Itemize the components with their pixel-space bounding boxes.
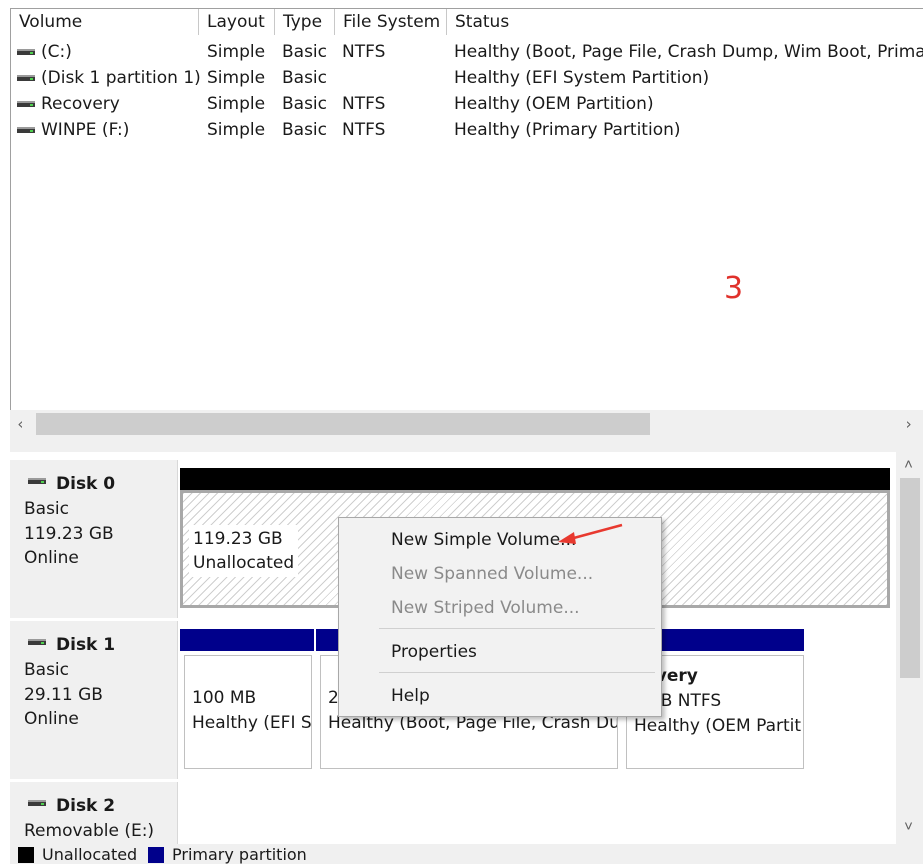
scroll-up-arrow[interactable]: ˄: [904, 455, 913, 474]
disk-icon: [28, 478, 46, 484]
volume-status: Healthy (Boot, Page File, Crash Dump, Wi…: [454, 42, 923, 62]
primary-partition-swatch: [148, 847, 164, 863]
partition-size: 119.23 GB: [193, 529, 283, 549]
table-row[interactable]: WINPE (F:) Simple Basic NTFS Healthy (Pr…: [11, 117, 923, 143]
menu-separator: [379, 628, 655, 629]
disk-name: Disk 1: [56, 635, 116, 655]
menu-separator: [379, 672, 655, 673]
legend-primary-partition: Primary partition: [172, 845, 307, 864]
disk-status: Online: [24, 548, 79, 568]
disk-0-label[interactable]: Disk 0 Basic 119.23 GB Online: [10, 460, 178, 618]
column-header-layout[interactable]: Layout: [199, 9, 275, 35]
unallocated-bar: [180, 468, 890, 490]
partition-status: Healthy (OEM Partit: [634, 716, 802, 736]
disk-name: Disk 2: [56, 796, 116, 816]
volume-fs: NTFS: [342, 42, 386, 62]
disk-2-label[interactable]: Disk 2 Removable (E:): [10, 782, 178, 844]
horizontal-scrollbar-thumb[interactable]: [36, 413, 650, 435]
volume-type: Basic: [282, 68, 328, 88]
menu-item-new-striped-volume: New Striped Volume...: [391, 598, 580, 618]
partition-status: Healthy (EFI S: [192, 713, 312, 733]
legend: Unallocated Primary partition: [10, 844, 923, 864]
menu-item-properties[interactable]: Properties: [391, 642, 477, 662]
volume-fs: NTFS: [342, 120, 386, 140]
drive-icon: [17, 75, 35, 81]
column-header-status[interactable]: Status: [447, 9, 923, 35]
partition-status: Unallocated: [193, 553, 295, 573]
table-row[interactable]: (C:) Simple Basic NTFS Healthy (Boot, Pa…: [11, 39, 923, 65]
disk-1-label[interactable]: Disk 1 Basic 29.11 GB Online: [10, 621, 178, 779]
vertical-scrollbar-thumb[interactable]: [900, 478, 920, 678]
volume-layout: Simple: [207, 120, 266, 140]
volume-type: Basic: [282, 94, 328, 114]
efi-partition[interactable]: 100 MB Healthy (EFI S: [184, 655, 312, 769]
primary-partition-bar: [180, 629, 314, 651]
table-row[interactable]: Recovery Simple Basic NTFS Healthy (OEM …: [11, 91, 923, 117]
volume-type: Basic: [282, 42, 328, 62]
drive-icon: [17, 127, 35, 133]
volume-layout: Simple: [207, 94, 266, 114]
scroll-left-arrow[interactable]: ‹: [16, 415, 25, 433]
disk-size: 119.23 GB: [24, 524, 114, 544]
partition-size: 100 MB: [192, 688, 257, 708]
menu-item-help[interactable]: Help: [391, 686, 430, 706]
volume-name: WINPE (F:): [41, 120, 130, 140]
table-row[interactable]: (Disk 1 partition 1) Simple Basic Health…: [11, 65, 923, 91]
pointer-arrow-icon: [558, 523, 623, 544]
volume-list[interactable]: Volume Layout Type File System Status (C…: [10, 8, 923, 441]
disk-type: Basic: [24, 499, 70, 519]
partition-info: 100 MB Healthy (EFI S: [192, 686, 312, 736]
column-header-file-system[interactable]: File System: [335, 9, 447, 35]
volume-name: (C:): [41, 42, 72, 62]
volume-name: (Disk 1 partition 1): [41, 68, 201, 88]
legend-unallocated: Unallocated: [42, 845, 138, 864]
disk-icon: [28, 639, 46, 645]
disk-type: Removable (E:): [24, 821, 155, 841]
disk-name: Disk 0: [56, 474, 116, 494]
unallocated-swatch: [18, 847, 34, 863]
scroll-right-arrow[interactable]: ›: [904, 415, 913, 433]
volume-name: Recovery: [41, 94, 120, 114]
partition-info: 119.23 GB Unallocated: [189, 525, 299, 577]
scroll-down-arrow[interactable]: ˅: [904, 817, 913, 836]
volume-type: Basic: [282, 120, 328, 140]
column-header-type[interactable]: Type: [275, 9, 335, 35]
menu-item-new-spanned-volume: New Spanned Volume...: [391, 564, 594, 584]
step-number-annotation: 3: [724, 271, 744, 306]
drive-icon: [17, 49, 35, 55]
volume-status: Healthy (EFI System Partition): [454, 68, 710, 88]
volume-status: Healthy (Primary Partition): [454, 120, 681, 140]
disk-icon: [28, 800, 46, 806]
disk-size: 29.11 GB: [24, 685, 103, 705]
drive-icon: [17, 101, 35, 107]
volume-layout: Simple: [207, 68, 266, 88]
volume-status: Healthy (OEM Partition): [454, 94, 654, 114]
disk-status: Online: [24, 709, 79, 729]
volume-fs: NTFS: [342, 94, 386, 114]
disk-type: Basic: [24, 660, 70, 680]
column-header-volume[interactable]: Volume: [11, 9, 199, 35]
volume-layout: Simple: [207, 42, 266, 62]
